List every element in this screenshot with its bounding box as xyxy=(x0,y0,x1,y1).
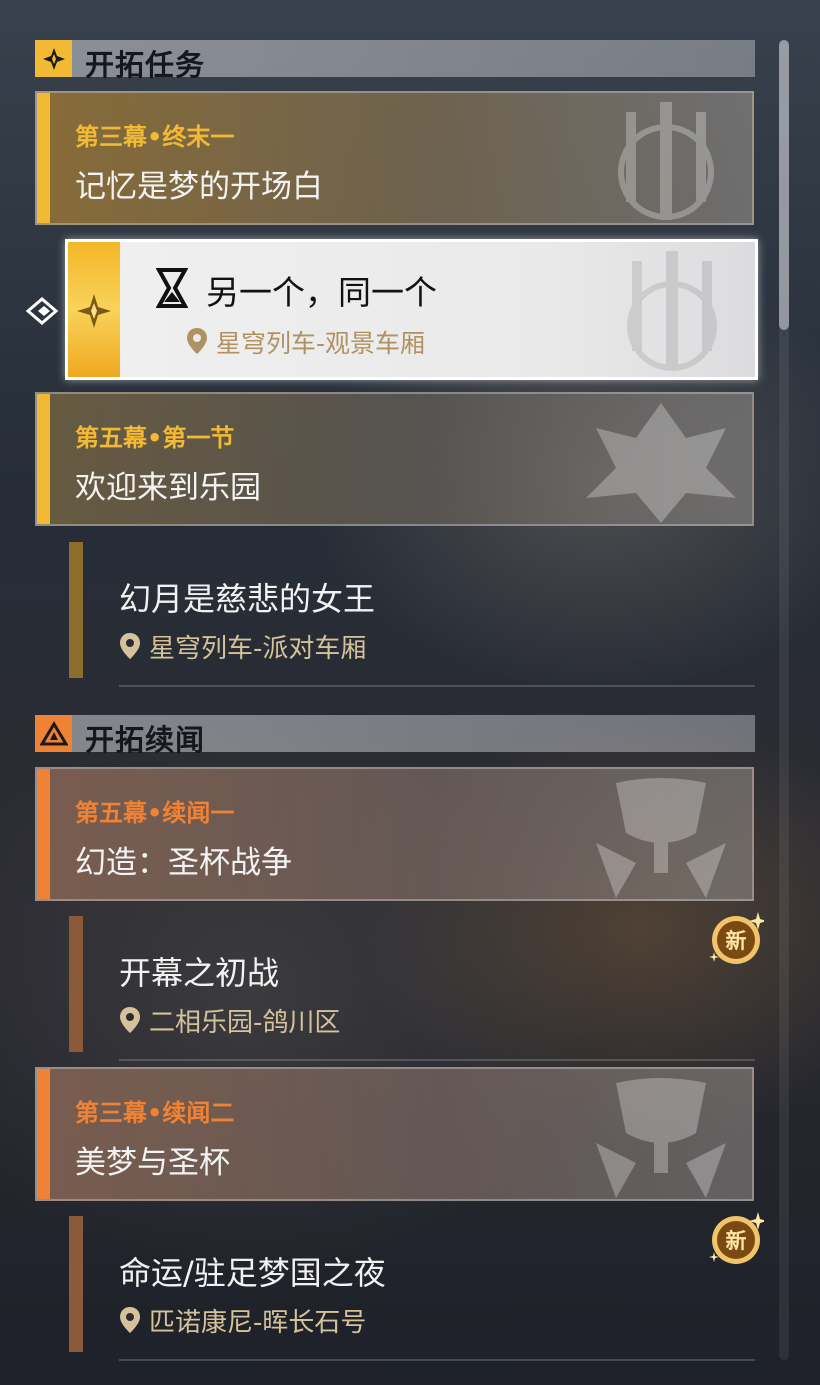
divider xyxy=(119,1359,755,1361)
quest-title: 幻月是慈悲的女王 xyxy=(119,580,376,618)
quest-accent-bar xyxy=(69,916,83,1052)
selected-quest-strip xyxy=(68,242,120,377)
divider xyxy=(119,685,755,687)
emblem-decoration-icon xyxy=(627,251,717,371)
quest-accent-bar xyxy=(69,1216,83,1352)
selected-quest-card[interactable]: 另一个，同一个 星穹列车-观景车厢 xyxy=(65,239,758,380)
location-text: 二相乐园-鸽川区 xyxy=(149,1008,341,1038)
quest-list-item[interactable]: 开幕之初战 二相乐园-鸽川区 xyxy=(35,916,755,1070)
quest-title: 开幕之初战 xyxy=(119,954,280,992)
location-text: 匹诺康尼-晖长石号 xyxy=(149,1308,367,1338)
location-pin-icon xyxy=(120,1007,140,1033)
new-badge: 新 xyxy=(708,910,767,966)
trailblaze-mission-icon xyxy=(35,40,72,77)
chapter-card[interactable]: 第五幕•续闻一 幻造：圣杯战争 xyxy=(35,767,754,901)
dragon-emblem-decoration-icon xyxy=(586,403,736,523)
selected-quest-title: 另一个，同一个 xyxy=(206,273,437,312)
chapter-accent-bar xyxy=(37,93,50,223)
location-pin-icon xyxy=(120,633,140,659)
divider xyxy=(119,1059,755,1061)
chapter-card[interactable]: 第三幕•续闻二 美梦与圣杯 xyxy=(35,1067,754,1201)
chapter-subtitle: 第五幕•第一节 xyxy=(75,424,235,452)
location-pin-icon xyxy=(120,1307,140,1333)
chapter-title: 美梦与圣杯 xyxy=(75,1145,230,1181)
emblem-decoration-icon xyxy=(618,102,714,220)
section-title: 开拓任务 xyxy=(85,48,206,82)
new-badge-label: 新 xyxy=(726,929,747,953)
quest-location: 匹诺康尼-晖长石号 xyxy=(119,1302,366,1339)
hourglass-icon xyxy=(156,268,188,308)
quest-list-item[interactable]: 命运/驻足梦国之夜 匹诺康尼-晖长石号 xyxy=(35,1216,755,1370)
chapter-subtitle: 第三幕•终末一 xyxy=(75,123,235,151)
chalice-emblem-decoration-icon xyxy=(596,778,726,898)
chapter-accent-bar xyxy=(37,1069,50,1199)
location-text: 星穹列车-派对车厢 xyxy=(149,634,367,664)
chapter-accent-bar xyxy=(37,769,50,899)
quest-location: 二相乐园-鸽川区 xyxy=(119,1002,340,1039)
chapter-subtitle: 第五幕•续闻一 xyxy=(75,799,235,827)
selection-pointer-icon xyxy=(26,297,59,325)
location-text: 星穹列车-观景车厢 xyxy=(216,329,426,358)
quest-location: 星穹列车-派对车厢 xyxy=(119,628,366,665)
chapter-title: 欢迎来到乐园 xyxy=(75,470,261,506)
section-title: 开拓续闻 xyxy=(85,723,206,757)
section-header-trailblaze: 开拓任务 xyxy=(35,40,755,82)
chapter-title: 幻造：圣杯战争 xyxy=(75,845,292,881)
chalice-emblem-decoration-icon xyxy=(596,1078,726,1198)
section-header-companion: 开拓续闻 xyxy=(35,715,755,757)
trailblaze-star-icon xyxy=(77,294,111,328)
companion-mission-icon xyxy=(35,715,72,752)
chapter-card[interactable]: 第五幕•第一节 欢迎来到乐园 xyxy=(35,392,754,526)
chapter-subtitle: 第三幕•续闻二 xyxy=(75,1099,235,1127)
selected-quest-location: 星穹列车-观景车厢 xyxy=(186,324,425,360)
chapter-card[interactable]: 第三幕•终末一 记忆是梦的开场白 xyxy=(35,91,754,225)
location-pin-icon xyxy=(187,328,207,354)
chapter-accent-bar xyxy=(37,394,50,524)
quest-title: 命运/驻足梦国之夜 xyxy=(119,1254,386,1292)
chapter-title: 记忆是梦的开场白 xyxy=(75,169,323,205)
new-badge: 新 xyxy=(708,1210,767,1266)
scrollbar-thumb[interactable] xyxy=(779,40,789,330)
new-badge-label: 新 xyxy=(726,1229,747,1253)
quest-accent-bar xyxy=(69,542,83,678)
quest-list-item[interactable]: 幻月是慈悲的女王 星穹列车-派对车厢 xyxy=(35,542,755,696)
